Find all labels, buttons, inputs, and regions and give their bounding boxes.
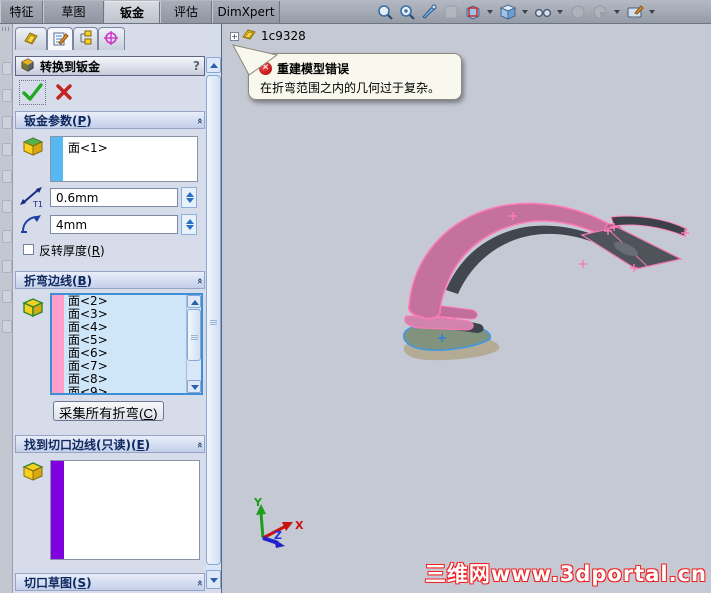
clipped-toolbar-icon xyxy=(2,230,12,243)
coordinate-triad: Y X Z xyxy=(253,496,304,548)
triad-z-label: Z xyxy=(274,529,282,542)
sheet-metal-model[interactable] xyxy=(394,194,700,366)
scroll-up-button[interactable] xyxy=(187,295,201,308)
view-toolbar xyxy=(375,2,657,22)
clipped-toolbar-icon xyxy=(2,62,12,75)
edit-appearance-dropdown[interactable] xyxy=(649,10,655,14)
fixed-face-color-bar xyxy=(51,137,63,181)
ok-button[interactable] xyxy=(19,80,46,105)
section-view-disabled-icon xyxy=(441,3,460,22)
zoom-to-area-icon[interactable] xyxy=(397,3,416,22)
bend-radius-icon xyxy=(19,213,45,233)
thickness-icon: T1 xyxy=(18,186,46,209)
display-style-icon[interactable] xyxy=(533,3,552,22)
page-title: 转换到钣金 xyxy=(40,59,101,74)
watermark: 三维网www.3dportal.cn xyxy=(424,562,707,586)
zoom-to-fit-icon[interactable] xyxy=(375,3,394,22)
panel-scroll-thumb[interactable] xyxy=(206,75,221,565)
fly-through-icon[interactable] xyxy=(419,3,438,22)
section-view-icon[interactable] xyxy=(463,3,482,22)
svg-text:T1: T1 xyxy=(32,200,43,208)
thickness-input[interactable]: 0.6mm xyxy=(50,188,178,207)
triad-x-label: X xyxy=(295,519,304,532)
tab-property-manager[interactable] xyxy=(47,27,73,50)
rip-edges-color-bar xyxy=(51,461,64,559)
collapse-chevron-icon[interactable]: « xyxy=(194,277,205,282)
clipped-toolbar-icon xyxy=(2,200,12,213)
left-toolbar-strip xyxy=(0,24,13,593)
realview-dropdown[interactable] xyxy=(614,10,620,14)
collect-all-bends-button[interactable]: 采集所有折弯(C) xyxy=(53,401,164,421)
clipped-toolbar-icon xyxy=(2,170,12,183)
view-orientation-icon[interactable] xyxy=(498,3,517,22)
section-header-bend-edges[interactable]: 折弯边线(B) « xyxy=(15,271,205,289)
list-scrollbar[interactable] xyxy=(186,295,201,393)
bend-radius-stepper[interactable] xyxy=(181,214,197,235)
property-manager-icon xyxy=(52,30,69,49)
collapse-chevron-icon[interactable]: « xyxy=(194,579,205,584)
tab-sketch[interactable]: 草图 xyxy=(43,1,104,23)
bend-edges-color-bar xyxy=(52,295,64,393)
clipped-toolbar-icon xyxy=(2,320,12,333)
toolbar-drag-handle[interactable] xyxy=(2,27,11,31)
panel-scroll-down-button[interactable] xyxy=(206,570,221,589)
property-manager-panel: 转换到钣金 ? 钣金参数(P) « 面<1> T1 0.6mm 4mm 反转厚度… xyxy=(13,24,222,593)
collapse-chevron-icon[interactable]: « xyxy=(194,441,205,446)
rip-edges-cube-icon xyxy=(22,461,44,481)
command-manager-tabbar: 特征 草图 钣金 评估 DimXpert xyxy=(0,0,711,24)
section-header-rip-edges[interactable]: 找到切口边线(只读)(E) « xyxy=(15,435,205,453)
dimxpert-crosshair-icon xyxy=(103,30,120,49)
help-button[interactable]: ? xyxy=(193,59,200,73)
triad-y-label: Y xyxy=(253,496,263,509)
clipped-toolbar-icon xyxy=(2,89,12,102)
bend-edges-listbox[interactable]: 面<2> 面<3> 面<4> 面<5> 面<6> 面<7> 面<8> 面<9> xyxy=(50,293,203,395)
property-manager-title: 转换到钣金 ? xyxy=(15,56,205,76)
scroll-down-button[interactable] xyxy=(187,380,201,393)
scroll-thumb[interactable] xyxy=(187,309,201,361)
convert-to-sheetmetal-icon xyxy=(20,57,35,75)
tab-feature-manager[interactable] xyxy=(15,27,47,50)
fixed-face-value[interactable]: 面<1> xyxy=(63,137,108,181)
tab-dimxpert-manager[interactable] xyxy=(98,27,125,50)
tab-configuration-manager[interactable] xyxy=(73,27,98,50)
bend-radius-input[interactable]: 4mm xyxy=(50,215,178,234)
thickness-stepper[interactable] xyxy=(181,187,197,208)
tab-sheet-metal[interactable]: 钣金 xyxy=(104,1,160,23)
tab-dimxpert[interactable]: DimXpert xyxy=(212,1,280,23)
sheet-metal-part-icon xyxy=(23,30,40,48)
balloon-pointer xyxy=(232,44,279,76)
tab-features[interactable]: 特征 xyxy=(0,1,43,23)
section-header-sheet-metal-params[interactable]: 钣金参数(P) « xyxy=(15,111,205,129)
clipped-toolbar-icon xyxy=(2,260,12,273)
realview-disabled-icon xyxy=(590,3,609,22)
graphics-viewport[interactable]: + 1c9328 ✕ 重建模型错误 在折弯范围之内的几何过于复杂。 Y X Z … xyxy=(222,24,711,593)
bend-face[interactable] xyxy=(408,202,624,320)
reverse-thickness-label[interactable]: 反转厚度(R) xyxy=(39,242,105,259)
edit-appearance-icon[interactable] xyxy=(625,3,644,22)
collapse-chevron-icon[interactable]: « xyxy=(194,117,205,122)
shadows-disabled-icon xyxy=(568,3,587,22)
view-orientation-dropdown[interactable] xyxy=(522,10,528,14)
fixed-face-cube-icon xyxy=(22,136,44,156)
panel-scroll-up-button[interactable] xyxy=(206,57,221,73)
clipped-toolbar-icon xyxy=(2,116,12,129)
rip-edges-listbox[interactable] xyxy=(50,460,200,560)
reverse-thickness-checkbox[interactable] xyxy=(23,244,34,255)
error-message: 在折弯范围之内的几何过于复杂。 xyxy=(260,81,441,95)
solidworks-window: 特征 草图 钣金 评估 DimXpert 转换到钣金 ? 钣金参数(P) « 面… xyxy=(0,0,711,593)
fixed-face-listbox[interactable]: 面<1> xyxy=(50,136,198,182)
section-view-dropdown[interactable] xyxy=(487,10,493,14)
cancel-button[interactable] xyxy=(55,83,73,104)
section-header-rip-sketches[interactable]: 切口草图(S) « xyxy=(15,573,205,591)
configuration-manager-icon xyxy=(77,30,94,49)
clipped-toolbar-icon xyxy=(2,143,12,156)
tab-evaluate[interactable]: 评估 xyxy=(160,1,212,23)
bend-edges-cube-icon xyxy=(22,297,44,318)
display-style-dropdown[interactable] xyxy=(557,10,563,14)
bend-edge-list-item[interactable]: 面<9> xyxy=(64,386,186,394)
clipped-toolbar-icon xyxy=(2,290,12,303)
